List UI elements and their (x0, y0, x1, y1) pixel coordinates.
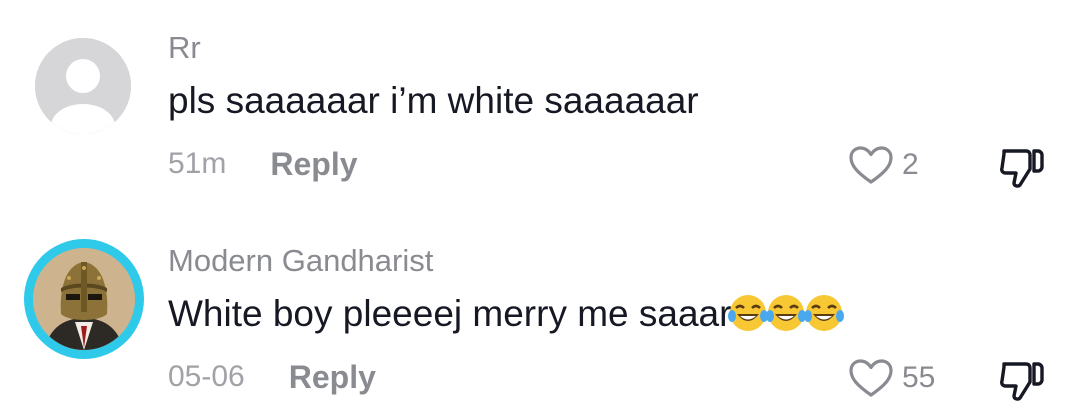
default-avatar-icon (35, 38, 131, 134)
comment-username[interactable]: Modern Gandharist (168, 243, 433, 279)
helmeted-warrior-avatar (33, 248, 135, 350)
comment-item: Modern Gandharist White boy pleeeej merr… (0, 205, 1080, 411)
comment-text: White boy pleeeej merry me saaar (168, 292, 845, 335)
heart-icon (849, 359, 893, 397)
comment-time: 51m (168, 147, 227, 180)
reply-button[interactable]: Reply (289, 359, 376, 396)
comment-username[interactable]: Rr (168, 30, 201, 66)
emoji-group (728, 293, 845, 334)
avatar[interactable] (33, 248, 135, 350)
tears-of-joy-emoji (728, 295, 769, 331)
reply-button[interactable]: Reply (270, 146, 357, 183)
comment-time: 05-06 (168, 360, 245, 393)
thumbs-down-icon (1000, 362, 1044, 401)
tears-of-joy-emoji (766, 295, 807, 331)
tears-of-joy-emoji (804, 295, 845, 331)
dislike-button[interactable] (998, 145, 1046, 194)
like-count: 55 (902, 361, 936, 394)
comment-item: Rr pls saaaaaar i’m white saaaaaar 51m R… (0, 0, 1080, 205)
like-button[interactable]: 2 (848, 145, 919, 185)
thumbs-down-icon (1000, 149, 1044, 188)
comment-text: pls saaaaaar i’m white saaaaaar (168, 80, 699, 121)
avatar[interactable] (35, 38, 131, 134)
comment-meta: 51m Reply (168, 144, 358, 184)
dislike-button[interactable] (998, 358, 1046, 407)
like-count: 2 (902, 148, 919, 181)
comment-meta: 05-06 Reply (168, 357, 376, 397)
heart-icon (849, 146, 893, 184)
like-button[interactable]: 55 (848, 358, 935, 398)
comment-text-body: White boy pleeeej merry me saaar (168, 293, 732, 334)
